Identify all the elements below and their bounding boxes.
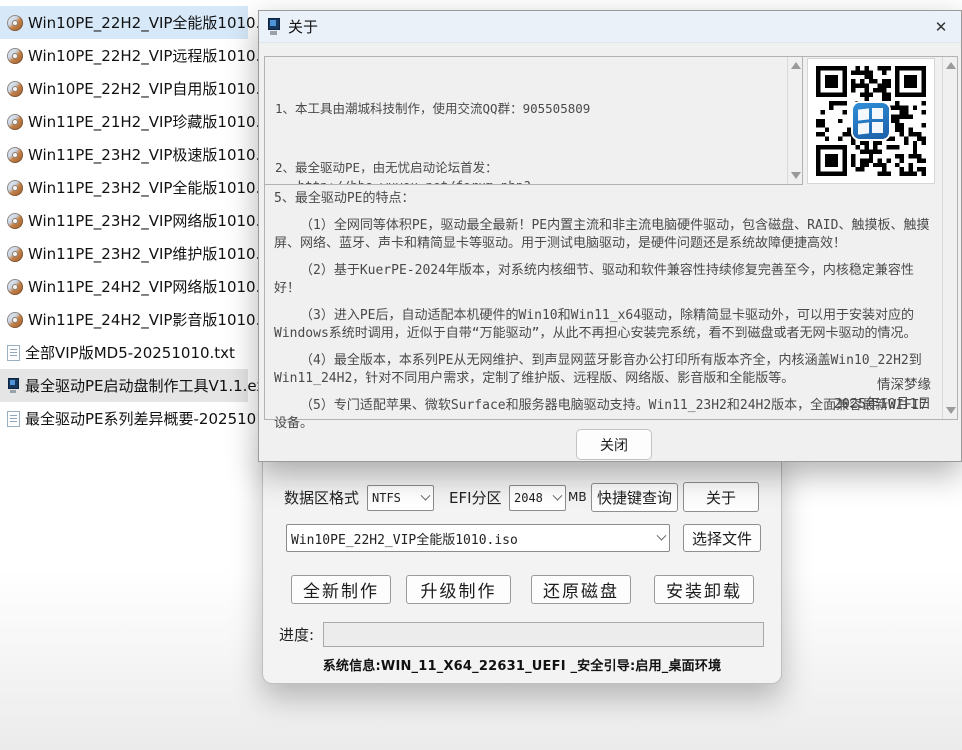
file-name: Win11PE_23H2_VIP网络版1010.iso	[28, 210, 282, 231]
iso-file-value: Win10PE_22H2_VIP全能版1010.iso	[291, 529, 518, 548]
file-row[interactable]: Win11PE_24H2_VIP网络版1010.iso	[0, 270, 248, 303]
signature-date: 2025年10月1日	[834, 395, 931, 414]
info-text: 1、本工具由潮城科技制作，使用交流QQ群：905505809 2、最全驱动PE，…	[265, 57, 787, 184]
file-row[interactable]: Win11PE_24H2_VIP影音版1010.iso	[0, 303, 248, 336]
feature-line: 5、最全驱动PE的特点：	[274, 190, 932, 208]
dialog-content-box: 1、本工具由潮城科技制作，使用交流QQ群：905505809 2、最全驱动PE，…	[264, 56, 958, 420]
progress-label: 进度:	[279, 624, 314, 645]
info-scrollbar[interactable]	[787, 57, 802, 184]
signature: 情深梦缘 2025年10月1日	[834, 376, 931, 414]
iso-file-select[interactable]: Win10PE_22H2_VIP全能版1010.iso	[286, 524, 670, 552]
restore-disk-button[interactable]: 还原磁盘	[531, 575, 631, 604]
progress-bar	[323, 622, 764, 647]
cd-icon	[7, 213, 23, 229]
close-button[interactable]: 关闭	[576, 429, 652, 460]
efi-size-value: 2048	[514, 491, 543, 505]
file-row[interactable]: Win11PE_21H2_VIP珍藏版1010.iso	[0, 105, 248, 138]
file-name: 全部VIP版MD5-20251010.txt	[25, 342, 235, 363]
file-row[interactable]: Win11PE_23H2_VIP全能版1010.iso	[0, 171, 248, 204]
data-format-label: 数据区格式	[284, 487, 359, 508]
file-name: Win10PE_22H2_VIP远程版1010.iso	[28, 45, 282, 66]
hotkey-query-button[interactable]: 快捷键查询	[591, 483, 678, 512]
file-row[interactable]: Win10PE_22H2_VIP自用版1010.iso	[0, 72, 248, 105]
file-name: Win11PE_24H2_VIP网络版1010.iso	[28, 276, 282, 297]
info-line: 1、本工具由潮城科技制作，使用交流QQ群：905505809	[275, 100, 783, 118]
file-row[interactable]: 最全驱动PE启动盘制作工具V1.1.exe	[0, 369, 248, 402]
file-row[interactable]: Win11PE_23H2_VIP网络版1010.iso	[0, 204, 248, 237]
data-format-value: NTFS	[372, 491, 401, 505]
cd-icon	[7, 15, 23, 31]
cd-icon	[7, 246, 23, 262]
close-icon[interactable]: ✕	[929, 16, 953, 38]
feature-line: （3）进入PE后，自动适配本机硬件的Win10和Win11_x64驱动，除精简显…	[274, 307, 932, 343]
wechat-account-logo	[853, 103, 889, 139]
file-name: Win10PE_22H2_VIP自用版1010.iso	[28, 78, 282, 99]
qr-code-panel	[807, 58, 935, 184]
efi-size-select[interactable]: 2048	[509, 485, 566, 511]
choose-file-button[interactable]: 选择文件	[683, 524, 761, 552]
file-name: Win11PE_24H2_VIP影音版1010.iso	[28, 309, 282, 330]
file-row[interactable]: Win10PE_22H2_VIP远程版1010.iso	[0, 39, 248, 72]
dialog-title: 关于	[288, 16, 318, 37]
info-line: 2、最全驱动PE，由无忧启动论坛首发： http://bbs.wuyou.net…	[275, 159, 783, 184]
cd-icon	[7, 81, 23, 97]
install-uninstall-button[interactable]: 安装卸载	[654, 575, 754, 604]
scroll-down-icon[interactable]	[791, 172, 801, 179]
file-row[interactable]: Win11PE_23H2_VIP维护版1010.iso	[0, 237, 248, 270]
dialog-titlebar[interactable]: 关于 ✕	[259, 11, 961, 43]
text-file-icon	[7, 345, 20, 361]
feature-line: （1）全网同等体积PE，驱动最全最新！PE内置主流和非主流电脑硬件驱动，包含磁盘…	[274, 217, 932, 253]
desktop: Win10PE_22H2_VIP全能版1010.iso Win10PE_22H2…	[0, 0, 962, 750]
cd-icon	[7, 279, 23, 295]
file-row[interactable]: 全部VIP版MD5-20251010.txt	[0, 336, 248, 369]
main-window: 数据区格式 NTFS EFI分区 2048 MB 快捷键查询 关于 Win10P…	[262, 446, 782, 684]
info-textbox: 1、本工具由潮城科技制作，使用交流QQ群：905505809 2、最全驱动PE，…	[265, 57, 803, 185]
upgrade-button[interactable]: 升级制作	[406, 575, 511, 604]
dialog-scrollbar[interactable]	[942, 57, 957, 419]
cd-icon	[7, 312, 23, 328]
file-name: Win11PE_23H2_VIP维护版1010.iso	[28, 243, 282, 264]
file-name: 最全驱动PE启动盘制作工具V1.1.exe	[25, 375, 274, 396]
data-format-select[interactable]: NTFS	[367, 485, 434, 511]
signature-name: 情深梦缘	[834, 376, 931, 395]
file-name: Win11PE_23H2_VIP极速版1010.iso	[28, 144, 282, 165]
qr-code	[816, 66, 926, 176]
scroll-up-icon[interactable]	[946, 62, 956, 69]
file-name: Win10PE_22H2_VIP全能版1010.iso	[28, 12, 282, 33]
file-name: Win11PE_21H2_VIP珍藏版1010.iso	[28, 111, 282, 132]
cd-icon	[7, 48, 23, 64]
text-file-icon	[7, 411, 20, 427]
feature-line: （2）基于KuerPE-2024年版本，对系统内核细节、驱动和软件兼容性持续修复…	[274, 262, 932, 298]
file-row[interactable]: Win10PE_22H2_VIP全能版1010.iso	[0, 6, 248, 39]
mb-unit-label: MB	[568, 490, 587, 504]
exe-usb-icon	[7, 378, 20, 394]
cd-icon	[7, 114, 23, 130]
chevron-down-icon	[657, 530, 667, 540]
chevron-down-icon	[553, 490, 563, 500]
about-button[interactable]: 关于	[683, 482, 759, 512]
cd-icon	[7, 180, 23, 196]
create-new-button[interactable]: 全新制作	[291, 575, 391, 604]
chevron-down-icon	[421, 490, 431, 500]
scroll-up-icon[interactable]	[791, 62, 801, 69]
efi-partition-label: EFI分区	[449, 487, 502, 508]
about-dialog: 关于 ✕ 1、本工具由潮城科技制作，使用交流QQ群：905505809 2、最全…	[258, 10, 962, 462]
app-usb-icon	[267, 18, 281, 35]
file-row[interactable]: 最全驱动PE系列差异概要-20251010.txt	[0, 402, 248, 435]
system-info-text: 系统信息:WIN_11_X64_22631_UEFI _安全引导:启用_桌面环境	[263, 655, 781, 674]
file-name: Win11PE_23H2_VIP全能版1010.iso	[28, 177, 282, 198]
file-row[interactable]: Win11PE_23H2_VIP极速版1010.iso	[0, 138, 248, 171]
cd-icon	[7, 147, 23, 163]
scroll-down-icon[interactable]	[946, 407, 956, 414]
